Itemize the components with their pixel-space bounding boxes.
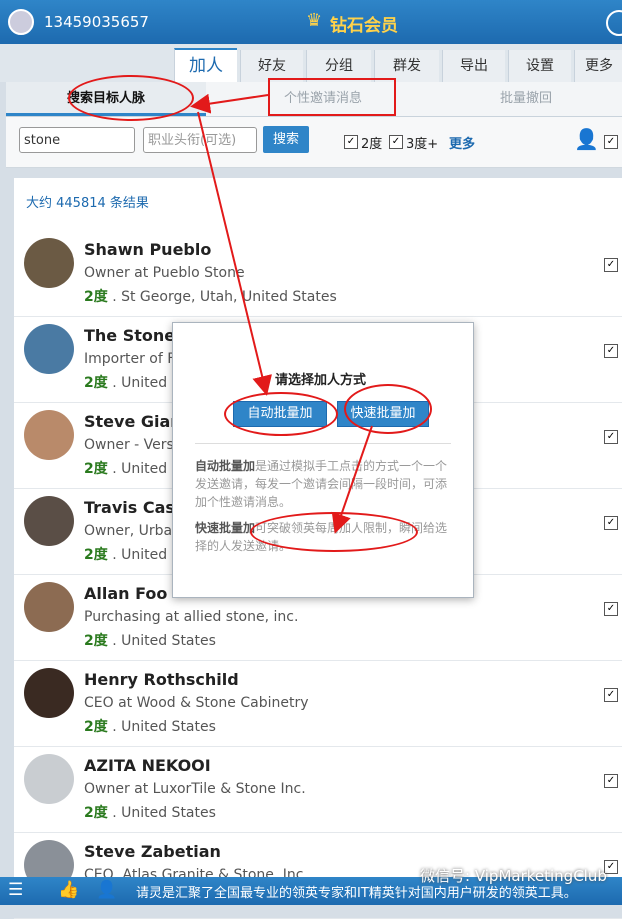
avatar xyxy=(24,238,74,288)
degree-badge: 2度 xyxy=(84,633,108,649)
location-text: . United States xyxy=(112,633,216,649)
list-item[interactable]: AZITA NEKOOI Owner at LuxorTile & Stone … xyxy=(14,746,622,833)
degree-badge: 2度 xyxy=(84,289,108,305)
list-item[interactable]: Henry Rothschild CEO at Wood & Stone Cab… xyxy=(14,660,622,747)
location-text: . United S xyxy=(112,461,181,477)
degree-badge: 2度 xyxy=(84,805,108,821)
add-mode-dialog: 请选择加人方式 自动批量加 快速批量加 自动批量加是通过模拟手工点击的方式一个一… xyxy=(172,322,474,598)
person-name[interactable]: Allan Foo xyxy=(84,584,167,603)
result-count: 大约 445814 条结果 xyxy=(26,196,149,211)
degree-badge: 2度 xyxy=(84,461,108,477)
search-bar: stone 职业头衔(可选) 搜索 ✓ 2度 ✓ 3度+ 更多 👤 ✓ xyxy=(6,117,622,168)
annotation-box xyxy=(268,78,396,116)
thumbs-up-icon[interactable]: 👍 xyxy=(58,880,79,900)
annotation-ellipse xyxy=(250,512,418,552)
title-input[interactable]: 职业头衔(可选) xyxy=(143,127,257,153)
user-avatar[interactable] xyxy=(8,9,34,35)
annotation-ellipse xyxy=(344,384,432,434)
person-title: CEO at Wood & Stone Cabinetry xyxy=(84,695,309,711)
person-title: Importer of F xyxy=(84,351,176,367)
avatar xyxy=(24,410,74,460)
list-item[interactable]: Shawn Pueblo Owner at Pueblo Stone 2度 . … xyxy=(14,230,622,317)
avatar xyxy=(24,496,74,546)
person-location: 2度 . United S xyxy=(84,458,180,478)
person-location: 2度 . United S xyxy=(84,544,180,564)
avatar xyxy=(24,582,74,632)
location-text: . United S xyxy=(112,547,181,563)
degree2-label: 2度 xyxy=(361,137,383,152)
select-checkbox[interactable]: ✓ xyxy=(604,688,618,702)
add-user-icon[interactable]: 👤 xyxy=(96,880,117,900)
person-title: Purchasing at allied stone, inc. xyxy=(84,609,299,625)
person-title: Owner - Versa xyxy=(84,437,183,453)
crown-icon: ♛ xyxy=(306,10,323,31)
select-checkbox[interactable]: ✓ xyxy=(604,258,618,272)
main-tabs: 加人 好友 分组 群发 导出 设置 更多 xyxy=(0,44,622,82)
person-name[interactable]: Travis Casc xyxy=(84,498,184,517)
avatar xyxy=(24,668,74,718)
auto-description: 自动批量加是通过模拟手工点击的方式一个一个发送邀请，每发一个邀请会间隔一段时间，… xyxy=(195,459,448,509)
add-user-icon[interactable]: 👤 xyxy=(574,127,599,151)
location-text: . United S xyxy=(112,375,181,391)
subtab-batch-withdraw[interactable]: 批量撤回 xyxy=(430,82,622,116)
dialog-title: 请选择加人方式 xyxy=(275,373,367,388)
more-filters-link[interactable]: 更多 xyxy=(449,133,475,152)
person-name[interactable]: Henry Rothschild xyxy=(84,670,239,689)
vip-label: 钻石会员 xyxy=(330,16,398,36)
location-text: . United States xyxy=(112,719,216,735)
person-title: Owner at LuxorTile & Stone Inc. xyxy=(84,781,306,797)
location-text: . United States xyxy=(112,805,216,821)
title-bar: 13459035657 ♛ 钻石会员 xyxy=(0,0,622,44)
select-checkbox[interactable]: ✓ xyxy=(604,516,618,530)
degree-badge: 2度 xyxy=(84,719,108,735)
tab-add-people[interactable]: 加人 xyxy=(174,48,237,82)
annotation-ellipse xyxy=(68,75,194,121)
person-location: 2度 . United S xyxy=(84,372,180,392)
select-checkbox[interactable]: ✓ xyxy=(604,430,618,444)
window-control-icon[interactable] xyxy=(606,10,622,36)
select-checkbox[interactable]: ✓ xyxy=(604,602,618,616)
person-location: 2度 . United States xyxy=(84,716,216,736)
tab-more[interactable]: 更多 xyxy=(574,50,622,82)
dialog-divider xyxy=(195,443,451,444)
watermark: 微信号: VipMarketingClub xyxy=(420,867,607,885)
person-location: 2度 . St George, Utah, United States xyxy=(84,286,337,306)
person-title: Owner at Pueblo Stone xyxy=(84,265,245,281)
user-phone: 13459035657 xyxy=(44,13,149,31)
degree3-checkbox[interactable]: ✓ xyxy=(389,135,403,149)
person-name[interactable]: AZITA NEKOOI xyxy=(84,756,211,775)
person-name[interactable]: Shawn Pueblo xyxy=(84,240,211,259)
select-checkbox[interactable]: ✓ xyxy=(604,774,618,788)
person-name[interactable]: Steve Zabetian xyxy=(84,842,221,861)
avatar xyxy=(24,754,74,804)
location-text: . St George, Utah, United States xyxy=(112,289,337,305)
search-button[interactable]: 搜索 xyxy=(263,126,309,153)
person-location: 2度 . United States xyxy=(84,802,216,822)
tab-settings[interactable]: 设置 xyxy=(508,50,571,82)
keyword-input[interactable]: stone xyxy=(19,127,135,153)
degree2-checkbox[interactable]: ✓ xyxy=(344,135,358,149)
tab-export[interactable]: 导出 xyxy=(442,50,505,82)
person-title: Owner, Urbar xyxy=(84,523,178,539)
menu-icon[interactable]: ☰ xyxy=(8,880,23,900)
avatar xyxy=(24,324,74,374)
select-all-checkbox[interactable]: ✓ xyxy=(604,135,618,149)
annotation-ellipse xyxy=(224,392,338,436)
degree3-label: 3度+ xyxy=(406,137,439,152)
degree-badge: 2度 xyxy=(84,375,108,391)
degree-badge: 2度 xyxy=(84,547,108,563)
person-location: 2度 . United States xyxy=(84,630,216,650)
select-checkbox[interactable]: ✓ xyxy=(604,344,618,358)
